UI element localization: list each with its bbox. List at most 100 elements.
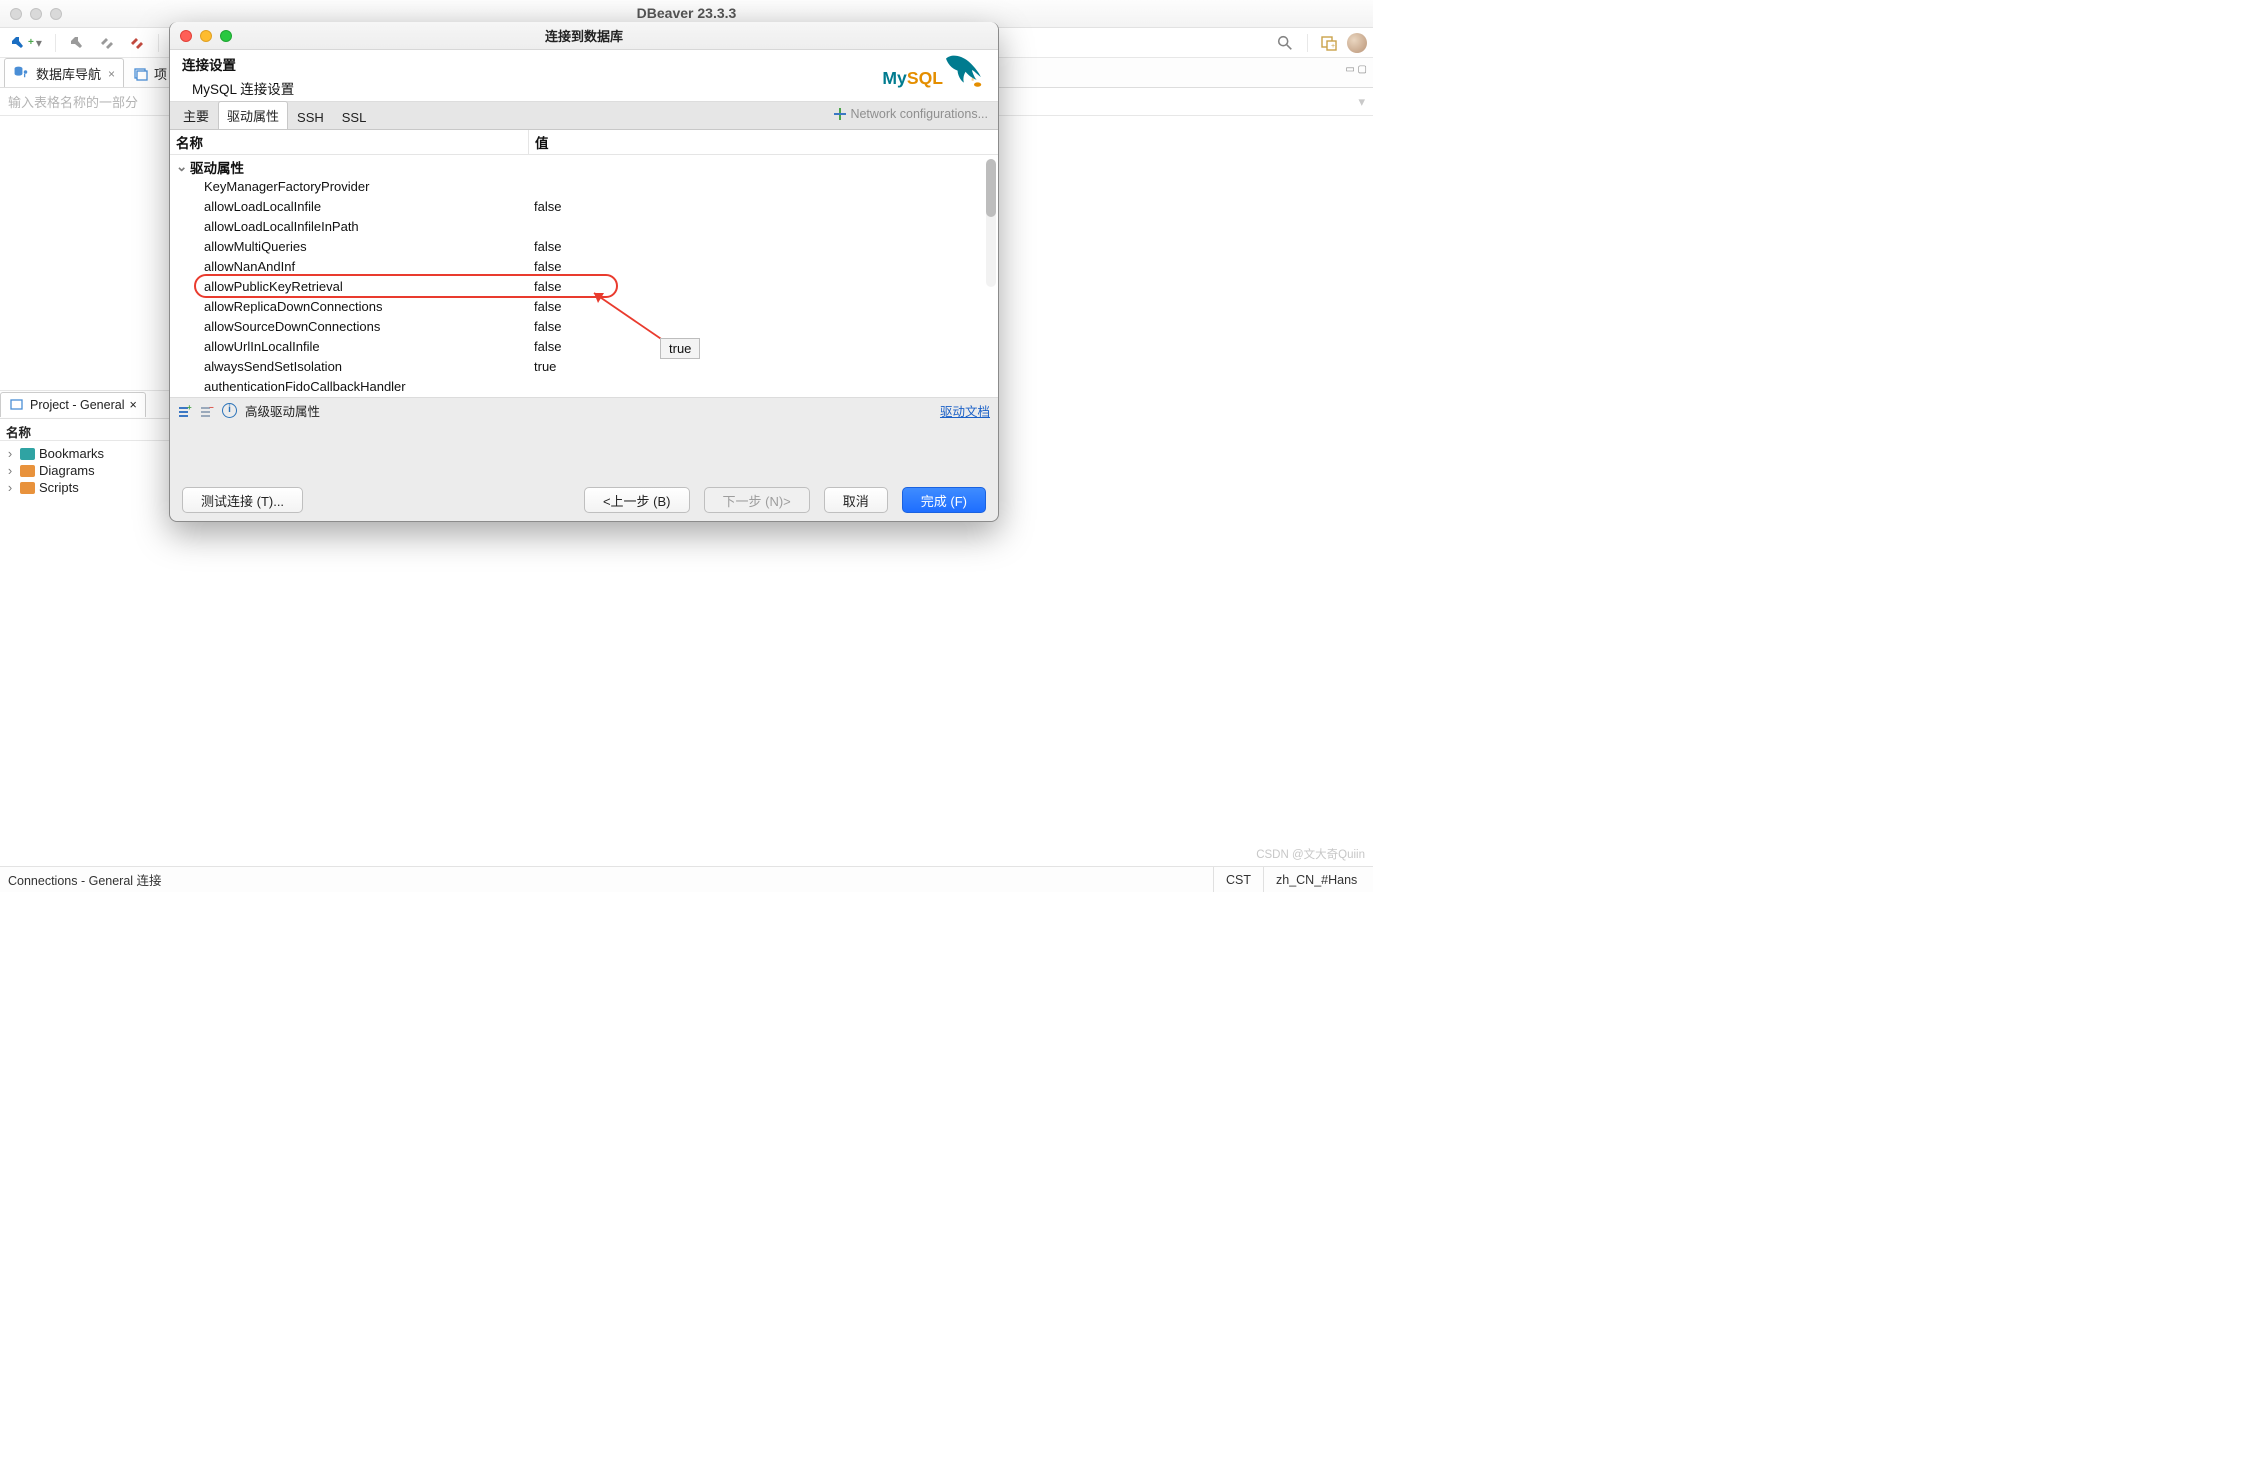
tree-label: Scripts	[39, 480, 79, 495]
db-nav-icon	[13, 65, 31, 82]
watermark: CSDN @文大奇Quiin	[1256, 846, 1365, 862]
dialog-min-dot[interactable]	[200, 30, 212, 42]
prop-row[interactable]: allowSourceDownConnectionsfalse	[170, 317, 998, 337]
chevron-right-icon: ›	[4, 446, 16, 461]
prop-name: allowUrlInLocalInfile	[170, 337, 528, 357]
dialog-subbar: + − i 高级驱动属性 驱动文档	[170, 397, 998, 423]
remove-prop-icon[interactable]: −	[200, 404, 214, 418]
finish-button[interactable]: 完成 (F)	[902, 487, 986, 513]
svg-text:−: −	[209, 404, 214, 412]
prop-row[interactable]: allowLoadLocalInfilefalse	[170, 197, 998, 217]
prop-name: authenticationFidoCallbackHandler	[170, 377, 528, 397]
prop-value[interactable]: false	[528, 277, 998, 297]
prop-name: allowSourceDownConnections	[170, 317, 528, 337]
tab-strip-min-icons[interactable]: ▭ ▢	[1345, 64, 1367, 75]
app-title: DBeaver 23.3.3	[0, 5, 1373, 21]
prop-value[interactable]	[528, 177, 998, 197]
dialog-header-title: 连接设置	[182, 54, 986, 74]
chevron-down-icon[interactable]: ⌄	[176, 159, 190, 175]
prop-row[interactable]: allowReplicaDownConnectionsfalse	[170, 297, 998, 317]
chevron-right-icon: ›	[4, 480, 16, 495]
dlg-tab-driver-props[interactable]: 驱动属性	[218, 101, 288, 129]
dlg-tab-ssl[interactable]: SSL	[333, 105, 376, 129]
dialog-title: 连接到数据库	[545, 26, 623, 45]
close-icon[interactable]: ×	[129, 398, 136, 412]
driver-doc-link[interactable]: 驱动文档	[940, 401, 990, 420]
props-root-label: 驱动属性	[190, 157, 244, 177]
plus-icon	[833, 107, 847, 121]
prop-value[interactable]: false	[528, 197, 998, 217]
dlg-tab-ssh[interactable]: SSH	[288, 105, 333, 129]
open-perspective-icon[interactable]: +	[1321, 35, 1337, 51]
status-locale: zh_CN_#Hans	[1263, 867, 1373, 893]
prop-name: allowMultiQueries	[170, 237, 528, 257]
prop-value[interactable]: false	[528, 337, 998, 357]
prop-name: KeyManagerFactoryProvider	[170, 177, 528, 197]
dlg-tab-main[interactable]: 主要	[174, 101, 218, 129]
prop-value[interactable]: false	[528, 257, 998, 277]
next-button: 下一步 (N)>	[704, 487, 810, 513]
prop-name: alwaysSendSetIsolation	[170, 357, 528, 377]
prop-value[interactable]	[528, 217, 998, 237]
status-cst: CST	[1213, 867, 1263, 893]
dialog-header-sub: MySQL 连接设置	[182, 78, 986, 98]
prop-row[interactable]: authenticationFidoCallbackHandler	[170, 377, 998, 397]
svg-text:+: +	[1331, 43, 1335, 50]
dialog-close-dot[interactable]	[180, 30, 192, 42]
prop-value[interactable]	[528, 377, 998, 397]
cancel-button[interactable]: 取消	[824, 487, 888, 513]
tab-db-navigator-label: 数据库导航	[36, 64, 101, 83]
prop-name: allowLoadLocalInfile	[170, 197, 528, 217]
connect-button[interactable]	[65, 33, 89, 53]
props-table[interactable]: ⌄ 驱动属性 KeyManagerFactoryProviderallowLoa…	[170, 155, 998, 397]
prop-name: allowReplicaDownConnections	[170, 297, 528, 317]
props-col-value: 值	[528, 130, 998, 154]
dialog-footer: 测试连接 (T)... <上一步 (B) 下一步 (N)> 取消 完成 (F)	[170, 479, 998, 521]
close-icon[interactable]: ×	[108, 67, 115, 81]
tab-db-navigator[interactable]: 数据库导航 ×	[4, 58, 124, 87]
chevron-right-icon: ›	[4, 463, 16, 478]
svg-text:®: ®	[971, 77, 974, 82]
mysql-logo: MySQL ®	[880, 52, 984, 101]
tab-project-general[interactable]: Project - General ×	[0, 392, 146, 417]
folder-icon	[20, 465, 35, 477]
dialog-titlebar: 连接到数据库	[170, 22, 998, 50]
search-icon[interactable]	[1276, 34, 1294, 52]
status-left: Connections - General 连接	[0, 870, 170, 889]
projects-icon	[133, 66, 149, 82]
test-connection-button[interactable]: 测试连接 (T)...	[182, 487, 303, 513]
connection-dialog: 连接到数据库 连接设置 MySQL 连接设置 MySQL ® 主要 驱动属性 S…	[169, 22, 999, 522]
disconnect-button[interactable]	[95, 33, 119, 53]
prop-name: allowLoadLocalInfileInPath	[170, 217, 528, 237]
project-icon	[9, 397, 25, 413]
dialog-max-dot[interactable]	[220, 30, 232, 42]
scrollbar-thumb[interactable]	[986, 159, 996, 217]
project-tab-label: Project - General	[30, 398, 124, 412]
prop-row[interactable]: allowUrlInLocalInfilefalse	[170, 337, 998, 357]
tree-label: Bookmarks	[39, 446, 104, 461]
prop-row[interactable]: allowNanAndInffalse	[170, 257, 998, 277]
prop-value[interactable]: true	[528, 357, 998, 377]
dialog-body: 名称 值 ⌄ 驱动属性 KeyManagerFactoryProviderall…	[170, 130, 998, 423]
prop-value[interactable]: false	[528, 317, 998, 337]
prop-row[interactable]: allowLoadLocalInfileInPath	[170, 217, 998, 237]
prop-row[interactable]: allowMultiQueriesfalse	[170, 237, 998, 257]
add-prop-icon[interactable]: +	[178, 404, 192, 418]
prop-row[interactable]: allowPublicKeyRetrievalfalse	[170, 277, 998, 297]
prop-row[interactable]: alwaysSendSetIsolationtrue	[170, 357, 998, 377]
prop-name: allowPublicKeyRetrieval	[170, 277, 528, 297]
dialog-header: 连接设置 MySQL 连接设置 MySQL ®	[170, 50, 998, 102]
tree-label: Diagrams	[39, 463, 95, 478]
prop-value[interactable]: false	[528, 297, 998, 317]
new-connection-button[interactable]: + ▾	[6, 33, 46, 53]
perspective-icon[interactable]	[1347, 33, 1367, 53]
status-bar: Connections - General 连接 CST zh_CN_#Hans	[0, 866, 1373, 892]
advanced-props-label: 高级驱动属性	[245, 401, 320, 420]
annotation-true-box: true	[660, 338, 700, 359]
props-col-name: 名称	[170, 130, 528, 154]
disconnect-all-button[interactable]	[125, 33, 149, 53]
prop-value[interactable]: false	[528, 237, 998, 257]
prev-button[interactable]: <上一步 (B)	[584, 487, 690, 513]
prop-row[interactable]: KeyManagerFactoryProvider	[170, 177, 998, 197]
network-config-button[interactable]: Network configurations...	[833, 107, 988, 121]
